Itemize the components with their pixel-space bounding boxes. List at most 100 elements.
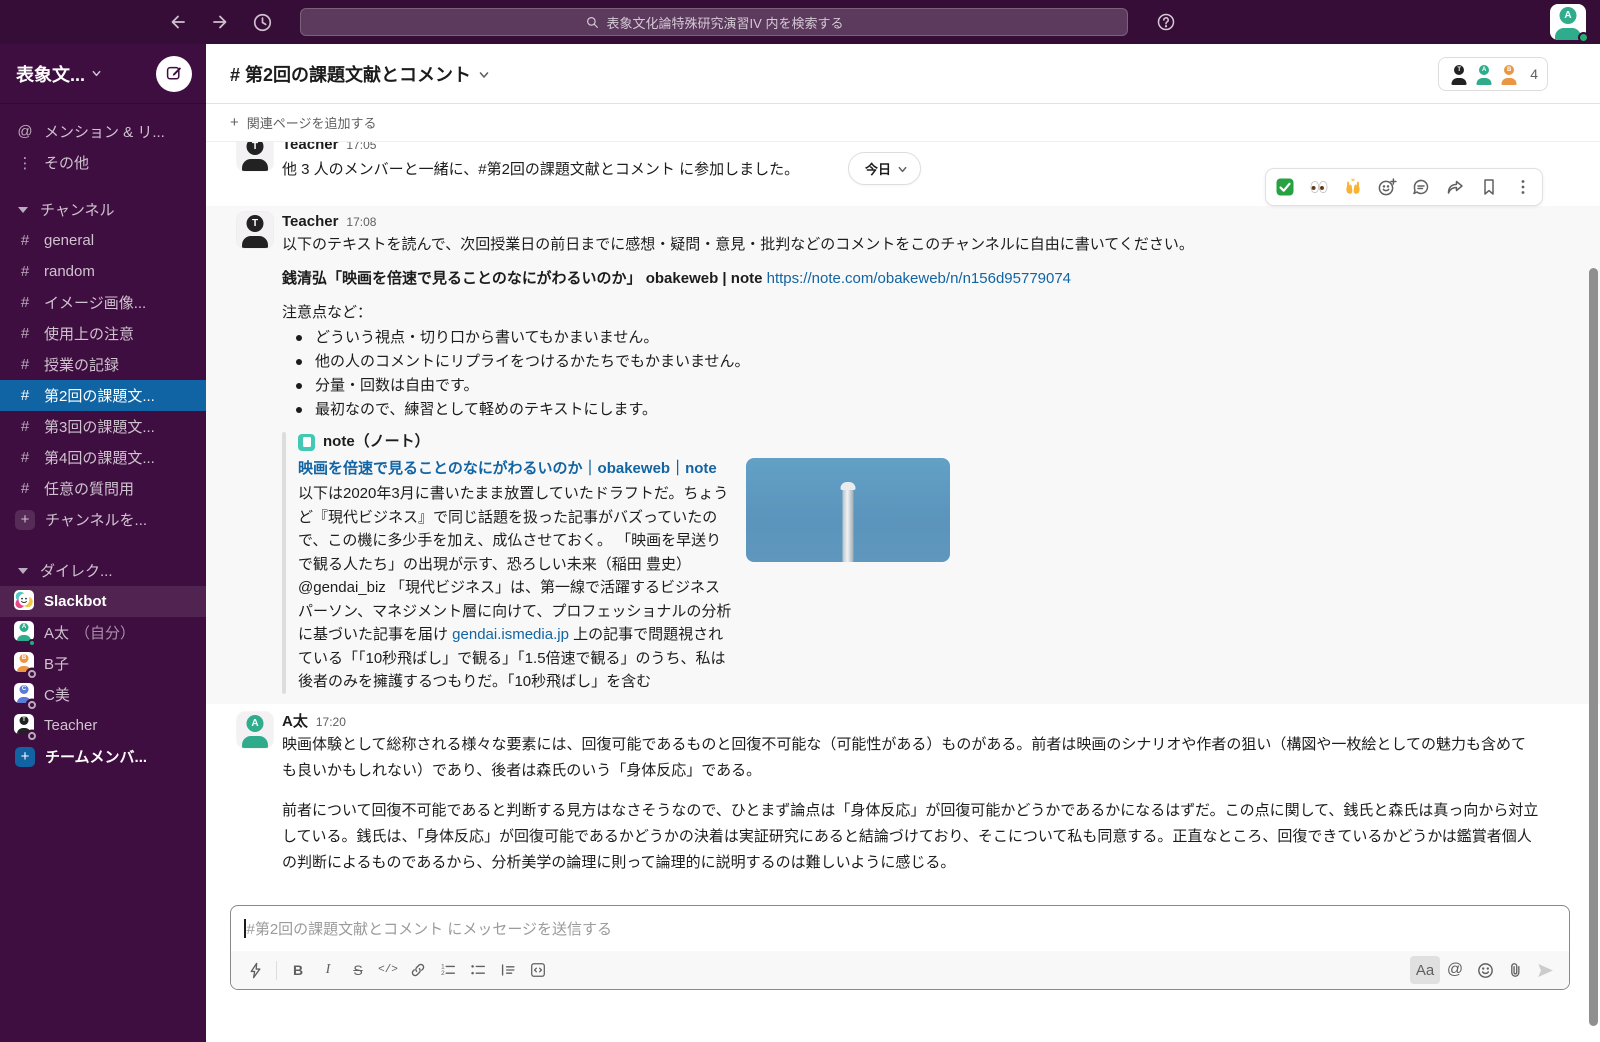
sidebar-nav: @ メンション & リ... ⋮ その他 チャンネル #general #ran… <box>0 104 206 772</box>
bulleted-list-button[interactable] <box>463 956 493 984</box>
sidebar-item-channel-image[interactable]: #イメージ画像... <box>0 287 206 318</box>
list-item: 分量・回数は自由です。 <box>315 374 1540 398</box>
sidebar-item-channel-session3[interactable]: #第3回の課題文... <box>0 411 206 442</box>
citation-link[interactable]: https://note.com/obakeweb/n/n156d9577907… <box>767 270 1071 287</box>
list-item: 最初なので、練習として軽めのテキストにします。 <box>315 398 1540 422</box>
avatar[interactable]: T <box>237 212 273 694</box>
toggle-formatting-button[interactable]: Aa <box>1410 956 1440 984</box>
lightning-bolt-icon <box>246 961 265 980</box>
history-clock-button[interactable] <box>248 8 276 36</box>
timestamp[interactable]: 17:20 <box>316 713 346 732</box>
history-forward-button[interactable] <box>206 8 234 36</box>
member-avatar: T <box>1448 63 1470 85</box>
sidebar: 表象文... @ メンション & リ... ⋮ その他 チャンネル #gener… <box>0 44 206 1042</box>
message-paragraph: 銭清弘「映画を倍速で見ることのなにがわるいのか」 obakeweb | note… <box>282 266 1540 291</box>
channel-title[interactable]: # 第2回の課題文献とコメント <box>230 61 490 87</box>
send-message-button[interactable] <box>1530 956 1560 984</box>
note-service-icon <box>298 434 315 451</box>
inline-code-button[interactable]: </> <box>373 956 403 984</box>
share-message-button[interactable] <box>1439 172 1471 202</box>
search-input[interactable]: 表象文化論特殊研究演習IV 内を検索する <box>300 8 1128 36</box>
scrollbar-thumb[interactable] <box>1589 268 1598 1026</box>
timestamp[interactable]: 17:05 <box>346 142 376 155</box>
notes-heading: 注意点など： <box>282 300 1540 325</box>
message-actions-toolbar <box>1265 168 1543 206</box>
arrow-left-icon <box>173 17 185 28</box>
reply-in-thread-button[interactable] <box>1405 172 1437 202</box>
message-teacher: T Teacher 17:08 以下のテキストを読んで、次回授業日の前日までに感… <box>206 206 1600 704</box>
sidebar-item-channel-random[interactable]: #random <box>0 256 206 287</box>
mentions-at-icon: @ <box>16 123 34 140</box>
help-button[interactable] <box>1152 8 1180 36</box>
list-item: 他の人のコメントにリプライをつけるかたちでもかまいません。 <box>315 350 1540 374</box>
blockquote-button[interactable] <box>493 956 523 984</box>
react-check-button[interactable] <box>1269 172 1301 202</box>
bookmark-icon <box>1479 177 1499 197</box>
sidebar-item-channel-session2-active[interactable]: #第2回の課題文... <box>0 380 206 411</box>
smiley-icon <box>1476 961 1495 980</box>
code-block-button[interactable] <box>523 956 553 984</box>
link-icon <box>409 961 427 979</box>
sidebar-item-channel-questions[interactable]: #任意の質問用 <box>0 473 206 504</box>
sidebar-item-mentions[interactable]: @ メンション & リ... <box>0 116 206 147</box>
timestamp[interactable]: 17:08 <box>346 213 376 232</box>
channels-section-header[interactable]: チャンネル <box>0 194 206 225</box>
hash-icon: # <box>16 232 34 249</box>
sidebar-item-dm-ataro[interactable]: A A太 （自分） <box>0 617 206 648</box>
add-bookmark-bar[interactable]: + 関連ページを追加する <box>206 104 1600 142</box>
sidebar-item-more[interactable]: ⋮ その他 <box>0 147 206 178</box>
react-raised-hands-button[interactable] <box>1337 172 1369 202</box>
sidebar-item-dm-cmi[interactable]: C C美 <box>0 679 206 710</box>
emoji-button[interactable] <box>1470 956 1500 984</box>
workspace-header: 表象文... <box>0 44 206 104</box>
avatar: B <box>14 652 34 672</box>
sidebar-item-add-channel[interactable]: + チャンネルを... <box>0 504 206 535</box>
caret-down-icon <box>18 568 28 574</box>
sidebar-item-dm-bko[interactable]: B B子 <box>0 648 206 679</box>
message-input[interactable]: #第2回の課題文献とコメント にメッセージを送信する <box>231 906 1569 951</box>
add-reaction-button[interactable] <box>1371 172 1403 202</box>
top-bar: 表象文化論特殊研究演習IV 内を検索する A <box>0 0 1600 44</box>
inline-link[interactable]: gendai.ismedia.jp <box>452 626 569 643</box>
bold-button[interactable]: B <box>283 956 313 984</box>
ordered-list-button[interactable] <box>433 956 463 984</box>
attach-file-button[interactable] <box>1500 956 1530 984</box>
sidebar-item-invite-members[interactable]: + チームメンバ... <box>0 741 206 772</box>
channel-header: # 第2回の課題文献とコメント T A B 4 <box>206 44 1600 104</box>
sidebar-item-channel-general[interactable]: #general <box>0 225 206 256</box>
dms-section-header[interactable]: ダイレク... <box>0 555 206 586</box>
sidebar-item-dm-slackbot[interactable]: Slackbot <box>0 586 206 617</box>
preview-thumbnail-image[interactable] <box>746 458 950 562</box>
bulleted-list-icon <box>469 961 487 979</box>
history-back-button[interactable] <box>164 8 192 36</box>
link-button[interactable] <box>403 956 433 984</box>
sidebar-item-channel-usage-notes[interactable]: #使用上の注意 <box>0 318 206 349</box>
user-avatar[interactable]: A <box>1550 4 1586 40</box>
workspace-switcher[interactable]: 表象文... <box>16 61 156 87</box>
sidebar-item-channel-session4[interactable]: #第4回の課題文... <box>0 442 206 473</box>
new-message-button[interactable] <box>156 56 192 92</box>
ordered-list-icon <box>439 961 457 979</box>
sender-name[interactable]: Teacher <box>282 212 338 231</box>
avatar[interactable]: T <box>237 142 273 182</box>
more-actions-button[interactable] <box>1507 172 1539 202</box>
plus-icon: + <box>230 114 239 131</box>
preview-title-link[interactable]: 映画を倍速で見ることのなにがわるいのか｜obakeweb｜note <box>298 457 732 481</box>
sidebar-item-channel-class-record[interactable]: #授業の記録 <box>0 349 206 380</box>
chevron-down-icon <box>478 69 490 81</box>
mention-button[interactable]: @ <box>1440 956 1470 984</box>
react-eyes-button[interactable] <box>1303 172 1335 202</box>
date-divider-pill[interactable]: 今日 <box>848 152 921 185</box>
channel-members-button[interactable]: T A B 4 <box>1438 57 1548 91</box>
avatar[interactable]: A <box>237 712 273 876</box>
sender-name[interactable]: A太 <box>282 712 308 731</box>
shortcuts-button[interactable] <box>240 956 270 984</box>
message-paragraph: 前者について回復不可能であると判断する見方はなさそうなので、ひとまず論点は「身体… <box>282 798 1540 876</box>
divider <box>276 961 277 980</box>
tower-graphic <box>843 488 854 562</box>
sender-name[interactable]: Teacher <box>282 142 338 154</box>
italic-button[interactable]: I <box>313 956 343 984</box>
strikethrough-button[interactable]: S <box>343 956 373 984</box>
save-message-button[interactable] <box>1473 172 1505 202</box>
sidebar-item-dm-teacher[interactable]: T Teacher <box>0 710 206 741</box>
